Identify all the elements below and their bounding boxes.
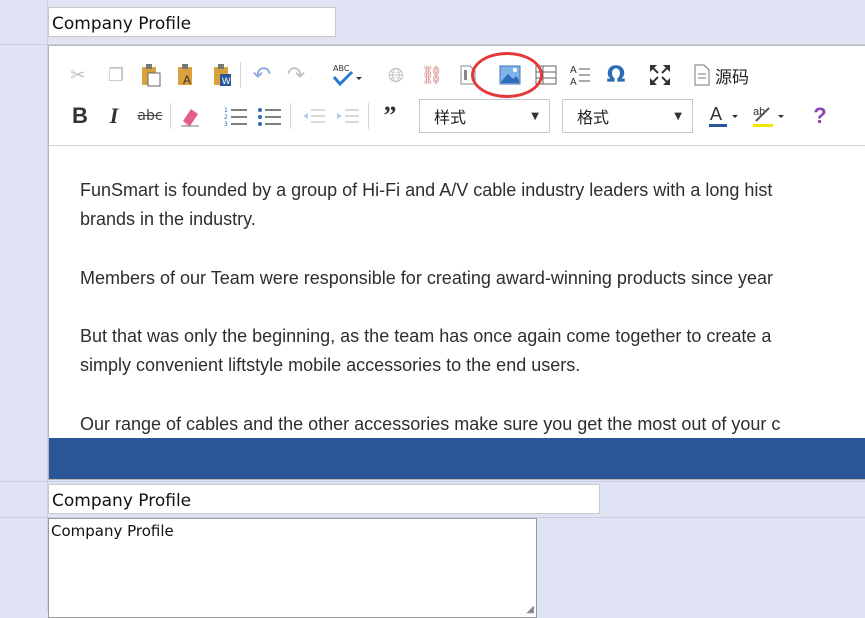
style-combo[interactable]: 样式 ▼: [419, 99, 550, 133]
svg-text:ab: ab: [753, 106, 765, 118]
content-line: simply convenient liftstyle mobile acces…: [80, 355, 581, 375]
textarea-value: Company Profile: [51, 522, 174, 540]
style-combo-label: 样式: [434, 108, 467, 127]
help-icon[interactable]: ?: [807, 101, 833, 131]
redo-icon[interactable]: ↷: [283, 60, 309, 90]
chevron-down-icon: ▼: [531, 110, 539, 122]
italic-icon[interactable]: I: [101, 101, 127, 131]
paste-word-icon[interactable]: W: [209, 60, 235, 90]
company-profile-title-input[interactable]: [48, 7, 336, 37]
format-combo[interactable]: 格式 ▼: [562, 99, 693, 133]
content-line: But that was only the beginning, as the …: [80, 326, 772, 346]
chevron-down-icon: ▼: [674, 110, 682, 122]
content-line: FunSmart is founded by a group of Hi-Fi …: [80, 180, 773, 200]
svg-text:W: W: [222, 76, 231, 86]
content-line: Members of our Team were responsible for…: [80, 268, 773, 288]
highlight-circle: [471, 52, 543, 98]
blockquote-icon[interactable]: ”: [377, 101, 403, 131]
source-button[interactable]: 源码: [693, 60, 759, 90]
svg-text:A: A: [183, 73, 191, 87]
cut-icon[interactable]: ✂: [65, 60, 91, 90]
resize-handle-icon[interactable]: ◢: [526, 604, 534, 615]
content-line: brands in the industry.: [80, 209, 256, 229]
editor-toolbar: ✂ ❐ A W ↶ ↷ ABC 🌐︎ ⛓︎ AA Ω 源码 B I abc 1 …: [49, 46, 865, 146]
bulleted-list-icon[interactable]: [257, 101, 283, 131]
text-color-icon[interactable]: A: [707, 101, 743, 131]
format-combo-label: 格式: [577, 108, 610, 127]
svg-text:A: A: [570, 77, 577, 87]
special-char-icon[interactable]: Ω: [603, 60, 629, 90]
paste-text-icon[interactable]: A: [173, 60, 199, 90]
svg-text:A: A: [710, 104, 722, 124]
rich-text-editor[interactable]: ✂ ❐ A W ↶ ↷ ABC 🌐︎ ⛓︎ AA Ω 源码 B I abc 1 …: [48, 45, 865, 480]
strike-icon[interactable]: abc: [135, 101, 165, 131]
divider: [0, 481, 865, 482]
maximize-icon[interactable]: [647, 60, 673, 90]
svg-text:A: A: [570, 65, 577, 76]
company-profile-field[interactable]: [48, 484, 600, 514]
svg-text:ABC: ABC: [333, 64, 350, 73]
svg-text:1: 1: [224, 107, 228, 114]
svg-text:2: 2: [224, 114, 228, 121]
copy-icon[interactable]: ❐: [103, 60, 129, 90]
numbered-list-icon[interactable]: 123: [223, 101, 249, 131]
bold-icon[interactable]: B: [67, 101, 93, 131]
paste-icon[interactable]: [137, 60, 163, 90]
company-profile-textarea[interactable]: Company Profile ◢: [48, 518, 537, 618]
editor-statusbar: [49, 438, 865, 479]
undo-icon[interactable]: ↶: [249, 60, 275, 90]
indent-icon[interactable]: [335, 101, 361, 131]
editor-content[interactable]: FunSmart is founded by a group of Hi-Fi …: [49, 146, 865, 438]
outdent-icon[interactable]: [301, 101, 327, 131]
content-line: Our range of cables and the other access…: [80, 414, 781, 434]
source-icon: [694, 64, 710, 86]
bg-color-icon[interactable]: ab: [751, 101, 787, 131]
left-sidebar: [0, 0, 48, 611]
link-icon[interactable]: 🌐︎: [383, 60, 409, 90]
hr-icon[interactable]: AA: [567, 60, 593, 90]
svg-text:3: 3: [224, 121, 228, 127]
unlink-icon[interactable]: ⛓︎: [419, 60, 445, 90]
source-label: 源码: [715, 67, 749, 88]
spellcheck-icon[interactable]: ABC: [329, 60, 365, 90]
remove-format-icon[interactable]: [177, 101, 203, 131]
